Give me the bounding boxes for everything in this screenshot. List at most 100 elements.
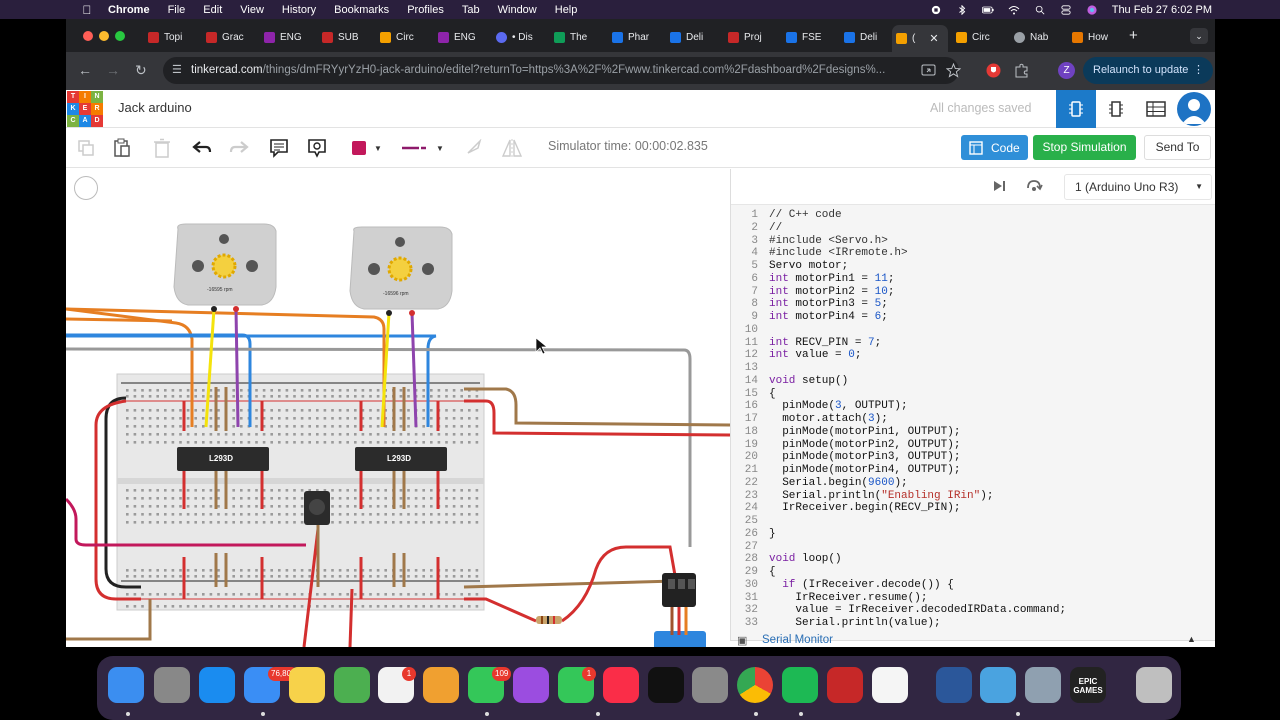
code-line[interactable]: 20 pinMode(motorPin3, OUTPUT);	[731, 451, 1215, 464]
code-line[interactable]: 7 int motorPin2 = 10;	[731, 286, 1215, 299]
forward-arrow-icon[interactable]: →	[106, 62, 120, 78]
launchpad-icon[interactable]	[154, 667, 190, 703]
close-window-button[interactable]	[83, 31, 93, 41]
schematic-view-button[interactable]	[1096, 90, 1136, 128]
browser-tab[interactable]: FSE	[786, 25, 836, 49]
cast-icon[interactable]	[921, 63, 936, 78]
menu-edit[interactable]: Edit	[203, 4, 222, 16]
flip-button[interactable]	[500, 136, 524, 160]
code-line[interactable]: 33 Serial.println(value);	[731, 617, 1215, 630]
network-icon[interactable]	[980, 667, 1016, 703]
browser-tab[interactable]: SUB	[322, 25, 372, 49]
word-icon[interactable]	[936, 667, 972, 703]
relaunch-to-update-button[interactable]: Relaunch to update ⋮	[1083, 57, 1213, 84]
maps-icon[interactable]	[334, 667, 370, 703]
wire-color-picker[interactable]: ▼	[346, 136, 388, 160]
code-button[interactable]: Code	[961, 135, 1028, 160]
menu-window[interactable]: Window	[498, 4, 537, 16]
extensions-puzzle-icon[interactable]	[1014, 63, 1029, 78]
code-line[interactable]: 29 {	[731, 566, 1215, 579]
wifi-icon[interactable]	[1008, 5, 1020, 15]
code-line[interactable]: 27	[731, 541, 1215, 554]
extension-shield-icon[interactable]	[986, 63, 1001, 78]
code-line[interactable]: 24 IrReceiver.begin(RECV_PIN);	[731, 502, 1215, 515]
code-line[interactable]: 14 void setup()	[731, 375, 1215, 388]
finder-icon[interactable]	[108, 667, 144, 703]
delete-button[interactable]	[150, 136, 174, 160]
code-line[interactable]: 18 pinMode(motorPin1, OUTPUT);	[731, 426, 1215, 439]
preview-icon[interactable]	[1025, 667, 1061, 703]
menu-help[interactable]: Help	[555, 4, 578, 16]
browser-tab-active[interactable]: (✕	[892, 25, 948, 52]
step-play-icon[interactable]	[993, 179, 1007, 193]
code-line[interactable]: 31 IrReceiver.resume();	[731, 592, 1215, 605]
menu-profiles[interactable]: Profiles	[407, 4, 444, 16]
code-line[interactable]: 19 pinMode(motorPin2, OUTPUT);	[731, 439, 1215, 452]
podcasts-icon[interactable]	[513, 667, 549, 703]
code-line[interactable]: 25	[731, 515, 1215, 528]
minimize-window-button[interactable]	[99, 31, 109, 41]
browser-tab[interactable]: Grac	[206, 25, 256, 49]
siri-icon[interactable]	[1086, 4, 1098, 15]
browser-tab[interactable]: ENG	[264, 25, 314, 49]
wire-type-picker[interactable]: ▼	[398, 136, 448, 160]
code-line[interactable]: 4 #include <IRremote.h>	[731, 247, 1215, 260]
browser-tab[interactable]: Topi	[148, 25, 198, 49]
zoom-window-button[interactable]	[115, 31, 125, 41]
code-line[interactable]: 16 pinMode(3, OUTPUT);	[731, 400, 1215, 413]
site-info-icon[interactable]: ☰	[172, 57, 182, 84]
send-to-button[interactable]: Send To	[1144, 135, 1211, 160]
expand-icon[interactable]: ▲	[1187, 634, 1196, 644]
notes-icon[interactable]	[289, 667, 325, 703]
code-line[interactable]: 17 motor.attach(3);	[731, 413, 1215, 426]
serial-monitor-bar[interactable]: ▣ Serial Monitor ▲	[730, 634, 1215, 647]
browser-tab[interactable]: Proj	[728, 25, 778, 49]
code-line[interactable]: 12 int value = 0;	[731, 349, 1215, 362]
code-line[interactable]: 23 Serial.println("Enabling IRin");	[731, 490, 1215, 503]
trash-icon[interactable]	[1136, 667, 1172, 703]
browser-tab[interactable]: Deli	[670, 25, 720, 49]
undo-button[interactable]	[190, 136, 214, 160]
code-line[interactable]: 1 // C++ code	[731, 209, 1215, 222]
circuit-view-button[interactable]	[1056, 90, 1096, 128]
clock[interactable]: Thu Feb 27 6:02 PM	[1112, 4, 1212, 16]
code-line[interactable]: 30 if (IrReceiver.decode()) {	[731, 579, 1215, 592]
safari-icon[interactable]	[199, 667, 235, 703]
menu-app-name[interactable]: Chrome	[108, 4, 150, 16]
code-line[interactable]: 15 {	[731, 388, 1215, 401]
new-tab-button[interactable]: +	[1129, 27, 1138, 44]
tab-search-chevron-icon[interactable]: ⌄	[1190, 28, 1208, 44]
code-line[interactable]: 6 int motorPin1 = 11;	[731, 273, 1215, 286]
code-line[interactable]: 21 pinMode(motorPin4, OUTPUT);	[731, 464, 1215, 477]
menu-tab[interactable]: Tab	[462, 4, 480, 16]
code-line[interactable]: 26}	[731, 528, 1215, 541]
rotate-button[interactable]	[462, 136, 486, 160]
system-settings-icon[interactable]	[692, 667, 728, 703]
board-select[interactable]: 1 (Arduino Uno R3) ▼	[1064, 174, 1212, 200]
code-line[interactable]: 9 int motorPin4 = 6;	[731, 311, 1215, 324]
code-line[interactable]: 2 //	[731, 222, 1215, 235]
chrome-icon[interactable]	[737, 667, 773, 703]
browser-tab[interactable]: • Dis	[496, 25, 546, 49]
spotify-icon[interactable]	[782, 667, 818, 703]
apple-menu-icon[interactable]: 	[78, 3, 96, 17]
browser-tab[interactable]: How	[1072, 25, 1122, 49]
code-line[interactable]: 22 Serial.begin(9600);	[731, 477, 1215, 490]
menu-bookmarks[interactable]: Bookmarks	[334, 4, 389, 16]
bluetooth-icon[interactable]	[956, 4, 968, 15]
circuit-canvas[interactable]: -16595 rpm -16596 rpm L293D L293D	[66, 169, 730, 647]
browser-tab[interactable]: ENG	[438, 25, 488, 49]
stop-simulation-button[interactable]: Stop Simulation	[1033, 135, 1136, 160]
photos-icon[interactable]	[423, 667, 459, 703]
address-bar[interactable]: ☰ tinkercad.com/things/dmFRYyrYzH0-jack-…	[163, 57, 959, 84]
spotlight-search-icon[interactable]	[1034, 5, 1046, 15]
code-line[interactable]: 13	[731, 362, 1215, 375]
reset-icon[interactable]	[1025, 178, 1043, 194]
menu-view[interactable]: View	[240, 4, 264, 16]
redo-button[interactable]	[227, 136, 251, 160]
browser-tab[interactable]: Phar	[612, 25, 662, 49]
music-icon[interactable]	[603, 667, 639, 703]
browser-tab[interactable]: Deli	[844, 25, 894, 49]
close-tab-icon[interactable]: ✕	[929, 32, 938, 45]
browser-tab[interactable]: Nab	[1014, 25, 1064, 49]
